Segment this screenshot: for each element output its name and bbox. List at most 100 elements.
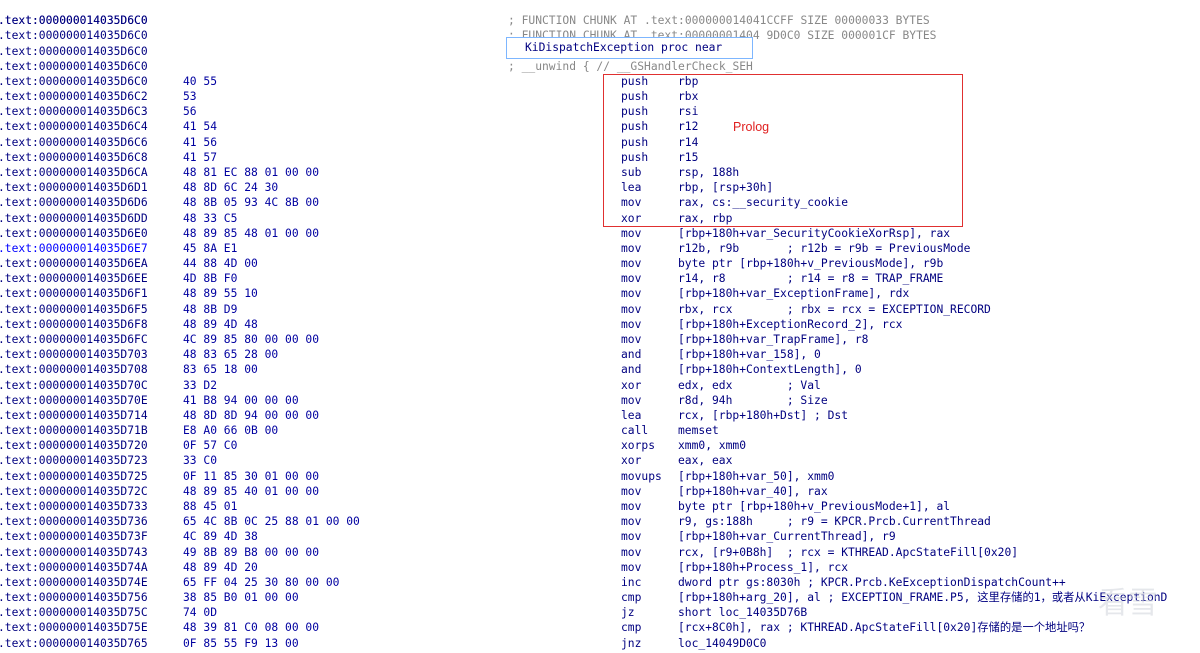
instruction-row[interactable]: .text:000000014035D720 0F 57 C0 xorps xmm0,… — [0, 438, 1200, 453]
instruction-row[interactable]: .text:000000014035D74A 48 89 4D 20 mov [rbp… — [0, 560, 1200, 575]
instruction-row[interactable]: .text:000000014035D6C6 41 56 push r14 — [0, 135, 1200, 150]
operands: xmm0, xmm0 — [678, 439, 747, 453]
opcode-bytes: 48 8B 05 93 4C 8B 00 — [183, 196, 320, 210]
mnemonic: mov — [621, 287, 642, 301]
instruction-row[interactable]: .text:000000014035D708 83 65 18 00 and [rbp… — [0, 362, 1200, 377]
instruction-row[interactable]: .text:000000014035D73F 4C 89 4D 38 mov [rbp… — [0, 529, 1200, 544]
instruction-row[interactable]: .text:000000014035D71B E8 A0 66 0B 00 call… — [0, 423, 1200, 438]
instruction-row[interactable]: .text:000000014035D723 33 C0 xor eax, eax — [0, 453, 1200, 468]
instruction-row[interactable]: .text:000000014035D714 48 8D 8D 94 00 00 … — [0, 408, 1200, 423]
instruction-row[interactable]: .text:000000014035D6C2 53 push rbx — [0, 89, 1200, 104]
operands: r12b, r9b ; r12b = r9b = PreviousMode — [678, 241, 971, 255]
instruction-row[interactable]: .text:000000014035D6C3 56 push rsi — [0, 104, 1200, 119]
instruction-row[interactable]: .text:000000014035D6C4 41 54 push r12 — [0, 119, 1200, 134]
opcode-bytes: 44 88 4D 00 — [183, 257, 258, 271]
opcode-bytes: 0F 11 85 30 01 00 00 — [183, 469, 320, 483]
instruction-row[interactable]: .text:000000014035D6FC 4C 89 85 80 00 00 … — [0, 332, 1200, 347]
instruction-row[interactable]: .text:000000014035D74E 65 FF 04 25 30 80 … — [0, 575, 1200, 590]
operands: rcx, [r9+0B8h] ; rcx = KTHREAD.ApcStateF… — [678, 545, 1019, 559]
instruction-row[interactable]: .text:000000014035D72C 48 89 85 40 01 00 … — [0, 484, 1200, 499]
mnemonic: inc — [621, 575, 642, 589]
mnemonic: mov — [621, 530, 642, 544]
instruction-row[interactable]: .text:000000014035D70E 41 B8 94 00 00 00 m… — [0, 393, 1200, 408]
opcode-bytes: 48 89 85 48 01 00 00 — [183, 226, 320, 240]
operands: [rbp+180h+var_ExceptionFrame], rdx — [678, 287, 910, 301]
opcode-bytes: 48 89 85 40 01 00 00 — [183, 484, 320, 498]
address: .text:000000014035D6D1 — [0, 181, 148, 195]
address: .text:000000014035D6C0 — [0, 14, 148, 28]
listing-row[interactable]: .text:000000014035D6C0 ; __unwind { // __… — [0, 59, 1200, 74]
mnemonic: and — [621, 363, 642, 377]
address: .text:000000014035D74E — [0, 575, 148, 589]
instruction-row[interactable]: .text:000000014035D733 88 45 01 mov byte pt… — [0, 499, 1200, 514]
address: .text:000000014035D6C3 — [0, 105, 148, 119]
address: .text:000000014035D6F8 — [0, 317, 148, 331]
listing-row[interactable]: .text:000000014035D6C0 ; FUNCTION CHUNK A… — [0, 13, 1200, 28]
opcode-bytes: 65 4C 8B 0C 25 88 01 00 00 — [183, 515, 360, 529]
operands: [rbp+180h+var_SecurityCookieXorRsp], rax — [678, 226, 951, 240]
opcode-bytes: 74 0D — [183, 606, 218, 620]
instruction-row[interactable]: .text:000000014035D6EA 44 88 4D 00 mov byte… — [0, 256, 1200, 271]
operands: [rbp+180h+var_TrapFrame], r8 — [678, 332, 869, 346]
address: .text:000000014035D6EA — [0, 257, 148, 271]
address: .text:000000014035D6C0 — [0, 44, 148, 58]
instruction-row[interactable]: .text:000000014035D6F5 48 8B D9 mov rbx, rc… — [0, 302, 1200, 317]
address: .text:000000014035D6F1 — [0, 287, 148, 301]
opcode-bytes: 48 33 C5 — [183, 211, 238, 225]
instruction-row[interactable]: .text:000000014035D6E0 48 89 85 48 01 00 … — [0, 226, 1200, 241]
mnemonic: mov — [621, 317, 642, 331]
instruction-row[interactable]: .text:000000014035D703 48 83 65 28 00 and [… — [0, 347, 1200, 362]
opcode-bytes: 41 56 — [183, 135, 218, 149]
mnemonic: jnz — [621, 636, 642, 650]
mnemonic: mov — [621, 560, 642, 574]
listing-row[interactable]: .text:000000014035D6C0 — [0, 0, 1200, 27]
operands: r14, r8 ; r14 = r8 = TRAP_FRAME — [678, 272, 944, 286]
address: .text:000000014035D72C — [0, 484, 148, 498]
instruction-row[interactable]: .text:000000014035D6E7 45 8A E1 mov r12b, r… — [0, 241, 1200, 256]
operands: [rbp+180h+var_40], rax — [678, 484, 828, 498]
opcode-bytes: 41 57 — [183, 150, 218, 164]
address: .text:000000014035D708 — [0, 363, 148, 377]
instruction-row[interactable]: .text:000000014035D6C8 41 57 push r15 — [0, 150, 1200, 165]
opcode-bytes: 83 65 18 00 — [183, 363, 258, 377]
instruction-row[interactable]: .text:000000014035D6D1 48 8D 6C 24 30 lea r… — [0, 180, 1200, 195]
opcode-bytes: 4C 89 85 80 00 00 00 — [183, 332, 320, 346]
mnemonic: mov — [621, 393, 642, 407]
address: .text:000000014035D70E — [0, 393, 148, 407]
operands: rbx, rcx ; rbx = rcx = EXCEPTION_RECORD — [678, 302, 991, 316]
opcode-bytes: 48 89 4D 20 — [183, 560, 258, 574]
opcode-bytes: 0F 57 C0 — [183, 439, 238, 453]
instruction-row[interactable]: .text:000000014035D75E 48 39 81 C0 08 00 … — [0, 620, 1200, 635]
opcode-bytes: 48 83 65 28 00 — [183, 348, 279, 362]
instruction-row[interactable]: .text:000000014035D6F1 48 89 55 10 mov [rbp… — [0, 286, 1200, 301]
opcode-bytes: 48 81 EC 88 01 00 00 — [183, 166, 320, 179]
address: .text:000000014035D703 — [0, 348, 148, 362]
opcode-bytes: 65 FF 04 25 30 80 00 00 — [183, 575, 340, 589]
address: .text:000000014035D714 — [0, 408, 148, 422]
operands: [rbp+180h+ExceptionRecord_2], rcx — [678, 317, 903, 331]
address: .text:000000014035D733 — [0, 499, 148, 513]
instruction-row[interactable]: .text:000000014035D756 38 85 B0 01 00 00 c… — [0, 590, 1200, 605]
instruction-row[interactable]: .text:000000014035D736 65 4C 8B 0C 25 88 … — [0, 514, 1200, 529]
instruction-row[interactable]: .text:000000014035D6C0 40 55 push rbp — [0, 74, 1200, 89]
mnemonic: jz — [621, 606, 635, 620]
instruction-row[interactable]: .text:000000014035D725 0F 11 85 30 01 00 … — [0, 469, 1200, 484]
instruction-row[interactable]: .text:000000014035D70C 33 D2 xor edx, edx ;… — [0, 378, 1200, 393]
opcode-bytes: 48 8D 6C 24 30 — [183, 181, 279, 195]
instruction-row[interactable]: .text:000000014035D743 49 8B 89 B8 00 00 … — [0, 545, 1200, 560]
operands: dword ptr gs:8030h ; KPCR.Prcb.KeExcepti… — [678, 575, 1066, 589]
instruction-row[interactable]: .text:000000014035D75C 74 0D jz short loc_1… — [0, 605, 1200, 620]
address: .text:000000014035D765 — [0, 636, 148, 650]
instruction-row[interactable]: .text:000000014035D6D6 48 8B 05 93 4C 8B … — [0, 195, 1200, 210]
address: .text:000000014035D723 — [0, 454, 148, 468]
operands: [rbp+180h+var_50], xmm0 — [678, 469, 835, 483]
instruction-row[interactable]: .text:000000014035D6F8 48 89 4D 48 mov [rbp… — [0, 317, 1200, 332]
mnemonic: mov — [621, 241, 642, 255]
instruction-row[interactable]: .text:000000014035D6CA 48 81 EC 88 01 00 … — [0, 165, 1200, 180]
instruction-row[interactable]: .text:000000014035D765 0F 85 55 F9 13 00 j… — [0, 636, 1200, 651]
instruction-row[interactable]: .text:000000014035D6DD 48 33 C5 xor rax, rb… — [0, 211, 1200, 226]
instruction-row[interactable]: .text:000000014035D6EE 4D 8B F0 mov r14, r8… — [0, 271, 1200, 286]
disassembly-view[interactable]: .text:000000014035D6C0 .text:00000001403… — [0, 0, 1200, 653]
mnemonic: mov — [621, 545, 642, 559]
operands: byte ptr [rbp+180h+v_PreviousMode+1], al — [678, 499, 951, 513]
